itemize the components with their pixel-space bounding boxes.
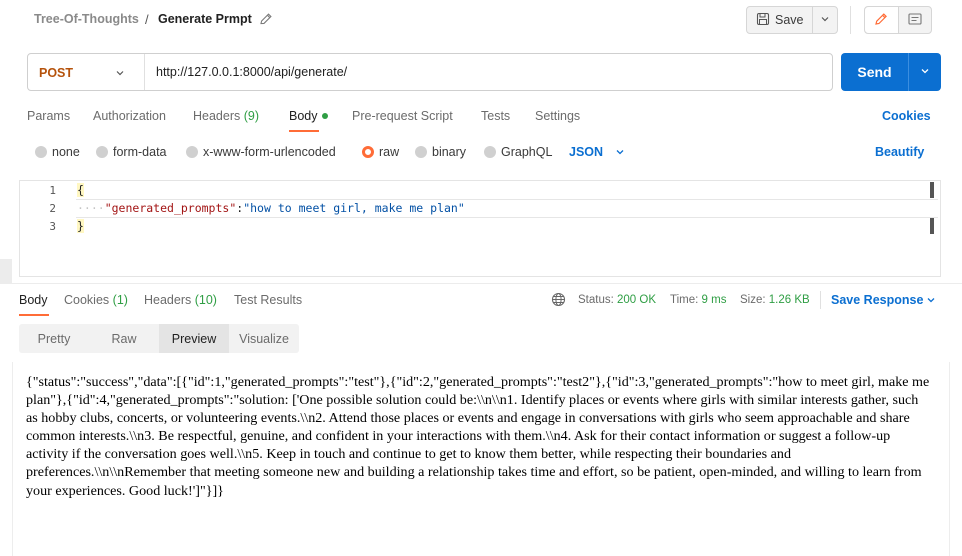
comment-mode-button[interactable] bbox=[899, 7, 932, 33]
save-button[interactable]: Save bbox=[747, 7, 813, 33]
radio-graphql-label[interactable]: GraphQL bbox=[501, 145, 552, 159]
radio-binary[interactable] bbox=[415, 146, 427, 158]
breadcrumb-parent[interactable]: Tree-Of-Thoughts bbox=[34, 12, 139, 26]
send-button[interactable]: Send bbox=[841, 53, 909, 91]
save-label: Save bbox=[775, 13, 804, 27]
view-preview[interactable]: Preview bbox=[159, 324, 229, 353]
header-divider bbox=[850, 6, 851, 34]
time-readout: Time: 9 ms bbox=[670, 294, 726, 306]
tab-headers-label: Headers bbox=[193, 109, 241, 123]
code-line-1: { bbox=[77, 183, 84, 197]
sidebar-edge bbox=[0, 259, 12, 283]
time-value[interactable]: 9 ms bbox=[702, 294, 727, 306]
tab-params[interactable]: Params bbox=[27, 109, 70, 123]
response-divider bbox=[0, 283, 962, 284]
meta-divider bbox=[820, 291, 821, 309]
cookies-link[interactable]: Cookies bbox=[882, 109, 931, 123]
open-brace: { bbox=[77, 183, 84, 197]
response-tab-test-results[interactable]: Test Results bbox=[234, 293, 302, 307]
request-url-bar bbox=[27, 53, 833, 91]
response-tab-headers-label: Headers bbox=[144, 293, 192, 307]
body-editor[interactable] bbox=[19, 180, 941, 277]
globe-icon[interactable] bbox=[551, 292, 566, 310]
body-modified-dot bbox=[322, 113, 328, 119]
response-tab-cookies-count: (1) bbox=[112, 293, 128, 307]
comment-icon bbox=[907, 11, 923, 30]
send-button-group: Send bbox=[841, 53, 941, 91]
line-number: 3 bbox=[49, 220, 56, 233]
active-tab-indicator bbox=[289, 130, 319, 132]
tab-pre-request-script[interactable]: Pre-request Script bbox=[352, 109, 453, 123]
radio-none[interactable] bbox=[35, 146, 47, 158]
view-pretty[interactable]: Pretty bbox=[19, 324, 89, 353]
response-tab-cookies[interactable]: Cookies (1) bbox=[64, 293, 128, 307]
chevron-down-icon bbox=[820, 13, 830, 27]
radio-raw-label[interactable]: raw bbox=[379, 145, 399, 159]
chevron-down-icon[interactable] bbox=[114, 67, 126, 82]
pencil-icon[interactable] bbox=[258, 11, 274, 27]
radio-form-data[interactable] bbox=[96, 146, 108, 158]
scrollbar-mark[interactable] bbox=[930, 182, 934, 198]
method-divider bbox=[144, 54, 145, 90]
status-label: Status: bbox=[578, 294, 614, 306]
tab-headers[interactable]: Headers (9) bbox=[193, 109, 259, 123]
radio-raw[interactable] bbox=[362, 146, 374, 158]
chevron-down-icon bbox=[919, 65, 931, 80]
json-value: "how to meet girl, make me plan" bbox=[243, 201, 465, 215]
response-view-modes: Pretty Raw Preview Visualize bbox=[19, 324, 299, 353]
response-active-tab-indicator bbox=[19, 314, 49, 316]
save-icon bbox=[756, 12, 770, 29]
save-button-group: Save bbox=[746, 6, 838, 34]
indent-guide: ···· bbox=[77, 201, 105, 215]
edit-mode-button[interactable] bbox=[865, 7, 899, 33]
response-preview-text: {"status":"success","data":[{"id":1,"gen… bbox=[26, 374, 930, 499]
status-readout: Status: 200 OK bbox=[578, 294, 656, 306]
response-tab-headers-count: (10) bbox=[194, 293, 217, 307]
line-number: 2 bbox=[49, 202, 56, 215]
radio-urlencoded-label[interactable]: x-www-form-urlencoded bbox=[203, 145, 336, 159]
line-number: 1 bbox=[49, 184, 56, 197]
close-brace: } bbox=[77, 219, 84, 233]
scrollbar-mark[interactable] bbox=[930, 218, 934, 234]
edit-icon bbox=[873, 11, 889, 30]
response-tab-cookies-label: Cookies bbox=[64, 293, 110, 307]
radio-urlencoded[interactable] bbox=[186, 146, 198, 158]
tab-settings[interactable]: Settings bbox=[535, 109, 580, 123]
chevron-down-icon[interactable] bbox=[614, 146, 626, 161]
beautify-link[interactable]: Beautify bbox=[875, 145, 924, 159]
radio-graphql[interactable] bbox=[484, 146, 496, 158]
tab-authorization[interactable]: Authorization bbox=[93, 109, 166, 123]
time-label: Time: bbox=[670, 294, 699, 306]
code-line-3: } bbox=[77, 219, 84, 233]
send-options-button[interactable] bbox=[909, 53, 941, 91]
radio-binary-label[interactable]: binary bbox=[432, 145, 466, 159]
radio-none-label[interactable]: none bbox=[52, 145, 80, 159]
tab-tests[interactable]: Tests bbox=[481, 109, 510, 123]
method-select[interactable]: POST bbox=[39, 66, 73, 80]
breadcrumb-separator: / bbox=[145, 12, 149, 27]
response-tab-body[interactable]: Body bbox=[19, 293, 48, 307]
save-options-button[interactable] bbox=[813, 7, 837, 33]
response-tab-headers[interactable]: Headers (10) bbox=[144, 293, 217, 307]
save-response-button[interactable]: Save Response bbox=[831, 293, 923, 307]
url-input[interactable]: http://127.0.0.1:8000/api/generate/ bbox=[156, 65, 347, 79]
tab-body[interactable]: Body bbox=[289, 109, 318, 123]
view-visualize[interactable]: Visualize bbox=[229, 324, 299, 353]
tab-headers-count: (9) bbox=[243, 109, 260, 123]
format-select[interactable]: JSON bbox=[569, 145, 603, 159]
request-name[interactable]: Generate Prmpt bbox=[158, 12, 252, 26]
size-readout: Size: 1.26 KB bbox=[740, 294, 810, 306]
view-mode-toggle bbox=[864, 6, 932, 34]
view-raw[interactable]: Raw bbox=[89, 324, 159, 353]
status-value[interactable]: 200 OK bbox=[617, 294, 656, 306]
json-key: "generated_prompts" bbox=[104, 201, 237, 215]
size-label: Size: bbox=[740, 294, 766, 306]
radio-form-data-label[interactable]: form-data bbox=[113, 145, 167, 159]
chevron-down-icon[interactable] bbox=[925, 294, 937, 309]
code-line-2: ····"generated_prompts":"how to meet gir… bbox=[77, 201, 465, 215]
size-value[interactable]: 1.26 KB bbox=[769, 294, 810, 306]
